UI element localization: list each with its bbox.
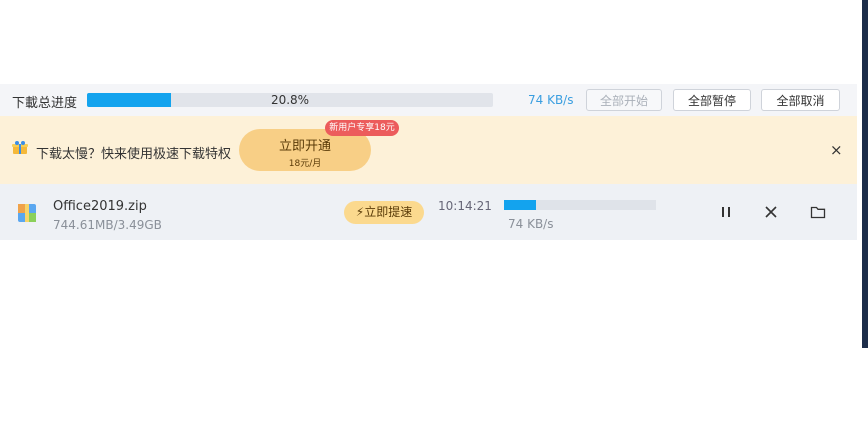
item-speed: 74 KB/s [508,217,554,231]
pause-icon[interactable] [718,204,734,220]
folder-icon[interactable] [810,204,826,220]
pause-all-button[interactable]: 全部暂停 [673,89,751,111]
file-name: Office2019.zip [53,199,147,214]
speedup-button[interactable]: ⚡立即提速 [344,201,424,224]
download-summary-bar: 下載总进度 20.8% 74 KB/s 全部开始 全部暂停 全部取消 [0,84,857,116]
gift-icon [12,141,28,154]
total-progress-label: 下載总进度 [12,96,78,111]
cancel-all-button[interactable]: 全部取消 [761,89,840,111]
zip-file-icon [18,204,36,222]
total-progress-bar: 20.8% [87,93,493,107]
item-progress-bar [504,200,656,210]
file-size: 744.61MB/3.49GB [53,218,162,232]
cancel-icon[interactable] [763,204,779,220]
activate-now-label: 立即开通 [278,139,331,154]
remaining-time: 10:14:21 [438,199,492,213]
download-item-row[interactable]: Office2019.zip 744.61MB/3.49GB ⚡立即提速 10:… [0,184,857,240]
window-edge [862,0,868,348]
promo-text: 下载太慢？快来使用极速下载特权 [36,147,232,162]
start-all-button[interactable]: 全部开始 [586,89,662,111]
speed-promo-banner: 下载太慢？快来使用极速下载特权 立即开通 18元/月 × [0,116,857,184]
total-speed: 74 KB/s [528,93,574,107]
total-progress-percent: 20.8% [270,93,310,107]
activate-now-price: 18元/月 [288,159,322,169]
new-user-offer-badge: 新用户专享18元 [325,120,399,136]
item-progress-fill [504,200,536,210]
close-icon[interactable]: × [830,141,843,159]
